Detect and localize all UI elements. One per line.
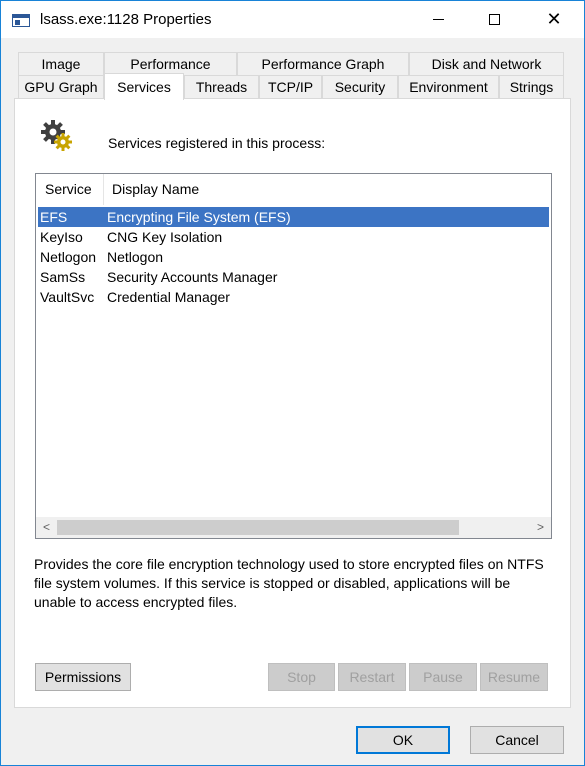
minimize-button[interactable] bbox=[415, 1, 461, 38]
service-name: KeyIso bbox=[40, 229, 83, 245]
title-bar[interactable]: lsass.exe:1128 Properties ✕ bbox=[1, 1, 584, 38]
maximize-button[interactable] bbox=[471, 1, 517, 38]
tab-image[interactable]: Image bbox=[18, 52, 104, 76]
services-list[interactable]: Service Display Name EFS Encrypting File… bbox=[35, 173, 552, 539]
list-item[interactable]: EFS Encrypting File System (EFS) bbox=[38, 207, 549, 227]
services-intro-label: Services registered in this process: bbox=[108, 135, 326, 151]
window-title: lsass.exe:1128 Properties bbox=[40, 11, 212, 28]
service-name: SamSs bbox=[40, 269, 86, 285]
close-icon: ✕ bbox=[546, 8, 562, 30]
list-item[interactable]: SamSs Security Accounts Manager bbox=[38, 267, 549, 287]
column-header-display-name[interactable]: Display Name bbox=[112, 174, 199, 205]
minimize-icon bbox=[432, 19, 444, 20]
stop-button-label: Stop bbox=[287, 669, 316, 685]
tab-performance-graph[interactable]: Performance Graph bbox=[237, 52, 409, 76]
service-name: EFS bbox=[40, 209, 68, 225]
tab-services[interactable]: Services bbox=[104, 73, 184, 100]
cancel-button[interactable]: Cancel bbox=[470, 726, 564, 754]
service-name: Netlogon bbox=[40, 249, 97, 265]
list-item[interactable]: Netlogon Netlogon bbox=[38, 247, 549, 267]
service-display-name: Credential Manager bbox=[107, 289, 230, 305]
list-item[interactable]: KeyIso CNG Key Isolation bbox=[38, 227, 549, 247]
service-display-name: Netlogon bbox=[107, 249, 164, 265]
column-header-service[interactable]: Service bbox=[45, 174, 92, 205]
restart-button-label: Restart bbox=[349, 669, 395, 685]
cancel-button-label: Cancel bbox=[495, 732, 539, 748]
maximize-icon bbox=[488, 14, 500, 25]
permissions-button-label: Permissions bbox=[44, 669, 122, 685]
service-description: Provides the core file encryption techno… bbox=[34, 556, 544, 610]
list-item[interactable]: VaultSvc Credential Manager bbox=[38, 287, 549, 307]
restart-button[interactable]: Restart bbox=[338, 663, 406, 691]
scroll-right-icon[interactable]: > bbox=[530, 517, 551, 538]
scrollbar-thumb[interactable] bbox=[57, 520, 459, 535]
close-button[interactable]: ✕ bbox=[531, 1, 577, 38]
ok-button[interactable]: OK bbox=[356, 726, 450, 754]
tab-disk-and-network[interactable]: Disk and Network bbox=[409, 52, 564, 76]
stop-button[interactable]: Stop bbox=[268, 663, 335, 691]
tab-strings[interactable]: Strings bbox=[499, 75, 564, 99]
services-gear-icon bbox=[41, 120, 72, 151]
service-name: VaultSvc bbox=[40, 289, 95, 305]
tab-tcpip[interactable]: TCP/IP bbox=[259, 75, 322, 99]
service-display-name: Security Accounts Manager bbox=[107, 269, 278, 285]
services-panel: Services registered in this process: Ser… bbox=[14, 98, 571, 708]
pause-button-label: Pause bbox=[423, 669, 463, 685]
tab-security[interactable]: Security bbox=[322, 75, 398, 99]
list-header: Service Display Name bbox=[36, 174, 551, 205]
scroll-left-icon[interactable]: < bbox=[36, 517, 57, 538]
pause-button[interactable]: Pause bbox=[409, 663, 477, 691]
properties-window: lsass.exe:1128 Properties ✕ Image Perfor… bbox=[0, 0, 585, 766]
tab-environment[interactable]: Environment bbox=[398, 75, 499, 99]
service-display-name: CNG Key Isolation bbox=[107, 229, 223, 245]
column-separator[interactable] bbox=[103, 174, 104, 205]
tab-gpu-graph[interactable]: GPU Graph bbox=[18, 75, 104, 99]
horizontal-scrollbar[interactable]: < > bbox=[36, 517, 551, 538]
permissions-button[interactable]: Permissions bbox=[35, 663, 131, 691]
window-app-icon bbox=[12, 14, 30, 27]
ok-button-label: OK bbox=[392, 732, 414, 748]
tab-threads[interactable]: Threads bbox=[184, 75, 259, 99]
resume-button-label: Resume bbox=[487, 669, 541, 685]
resume-button[interactable]: Resume bbox=[480, 663, 548, 691]
service-display-name: Encrypting File System (EFS) bbox=[107, 209, 291, 225]
